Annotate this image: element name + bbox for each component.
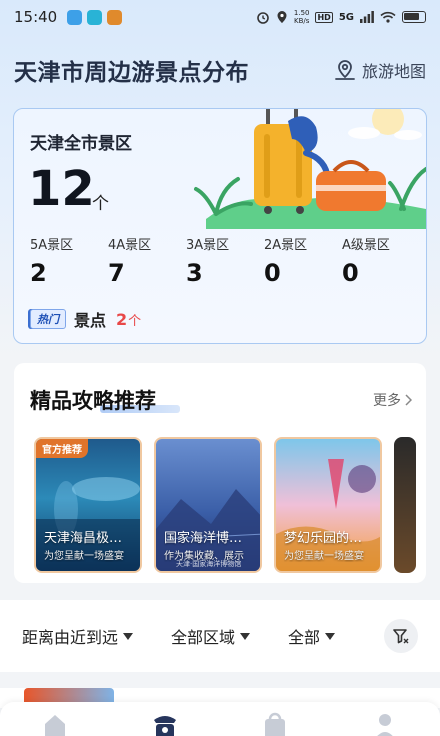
guide-name: 国家海洋博物馆 [164,531,254,546]
more-label: 更多 [373,393,401,409]
hot-label: 景点 [74,311,107,330]
nav-tab-home[interactable] [0,702,110,736]
nav-tab-guide[interactable] [110,702,220,736]
nav-tab-profile[interactable] [330,702,440,736]
app-notification-icon [107,9,123,25]
hot-count: 2 [116,309,128,329]
guide-card[interactable]: 官方推荐 天津海昌极地海洋公园 为您呈献一场盛宴 [34,437,142,573]
page-header: 天津市周边游景点分布 旅游地图 [14,50,426,90]
home-icon [45,715,65,736]
total-scenic-unit: 个 [92,194,109,214]
chevron-right-icon [405,394,412,406]
network-label: 5G [338,11,354,23]
more-guides-link[interactable]: 更多 [373,390,412,410]
wifi-icon [380,11,396,23]
scenic-level-stats: 5A景区 2 4A景区 7 3A景区 3 2A景区 0 A级景区 0 [30,234,420,287]
guide-name: 天津海昌极地海洋公园 [44,531,134,546]
guide-carousel[interactable]: 官方推荐 天津海昌极地海洋公园 为您呈献一场盛宴 国家海洋博物馆 作为集收藏、展… [34,437,416,573]
level-stat-4a[interactable]: 4A景区 7 [108,234,186,287]
guide-watermark: 天津·国家海洋博物馆 [176,560,242,568]
hot-attractions-row[interactable]: 热门 景点 2 个 [30,307,141,331]
level-stat-3a[interactable]: 3A景区 3 [186,234,264,287]
travel-map-button[interactable]: 旅游地图 [333,58,426,82]
filter-bar: 距离由近到远 全部区域 全部 [0,600,440,672]
location-icon [277,11,287,23]
status-bar: 15:40 1.50 KB/s HD 5G [0,0,440,34]
guide-name: 梦幻乐园的海洋 [284,531,374,546]
profile-icon [377,714,393,736]
city-card-title: 天津全市景区 [30,134,132,154]
guide-card-partial[interactable] [394,437,416,573]
featured-guides-card: 精品攻略推荐 更多 官方推荐 天津海昌极地海洋公园 为您呈献一场盛宴 国家海洋博… [14,363,426,583]
category-label: 全部 [288,628,321,647]
guide-card[interactable]: 国家海洋博物馆 作为集收藏、展示 天津·国家海洋博物馆 [154,437,262,573]
guide-icon [154,716,176,736]
net-speed: 1.50 KB/s [293,9,310,25]
official-recommend-badge: 官方推荐 [36,439,88,458]
status-time: 15:40 [14,8,58,26]
caret-down-icon [240,632,251,640]
nav-tab-shop[interactable] [220,702,330,736]
city-scenic-card[interactable]: 天津全市景区 12 个 5A景区 2 4A景区 7 3A景区 3 2A景区 0 … [13,108,427,344]
shop-icon [265,712,285,736]
total-scenic-count: 12 [28,161,95,217]
alarm-icon [257,12,269,24]
page-title: 天津市周边游景点分布 [14,60,249,86]
travel-luggage-illustration [194,109,426,229]
region-dropdown[interactable]: 全部区域 [171,624,251,648]
guide-subtitle: 为您呈献一场盛宴 [284,551,364,562]
distance-sort-dropdown[interactable]: 距离由近到远 [22,624,134,648]
guides-title: 精品攻略推荐 [30,389,156,413]
app-notification-icon [87,9,103,25]
region-label: 全部区域 [171,628,236,647]
signal-icon [360,11,374,23]
guide-subtitle: 为您呈献一场盛宴 [44,551,124,562]
app-notification-icon [67,9,83,25]
level-stat-5a[interactable]: 5A景区 2 [30,234,108,287]
travel-map-label: 旅游地图 [361,62,426,81]
distance-sort-label: 距离由近到远 [22,628,119,647]
hot-badge: 热门 [30,309,66,329]
filter-icon [393,629,409,644]
level-stat-2a[interactable]: 2A景区 0 [264,234,342,287]
bottom-nav [0,702,440,736]
map-pin-icon [335,60,355,80]
caret-down-icon [123,632,134,640]
status-indicators: 1.50 KB/s HD 5G [256,9,426,25]
category-dropdown[interactable]: 全部 [288,624,336,648]
caret-down-icon [325,632,336,640]
battery-icon [402,11,426,23]
hot-unit: 个 [128,313,142,329]
hd-badge: HD [315,11,333,23]
filter-button[interactable] [384,619,418,653]
level-stat-a[interactable]: A级景区 0 [342,234,420,287]
guide-card[interactable]: 梦幻乐园的海洋 为您呈献一场盛宴 [274,437,382,573]
